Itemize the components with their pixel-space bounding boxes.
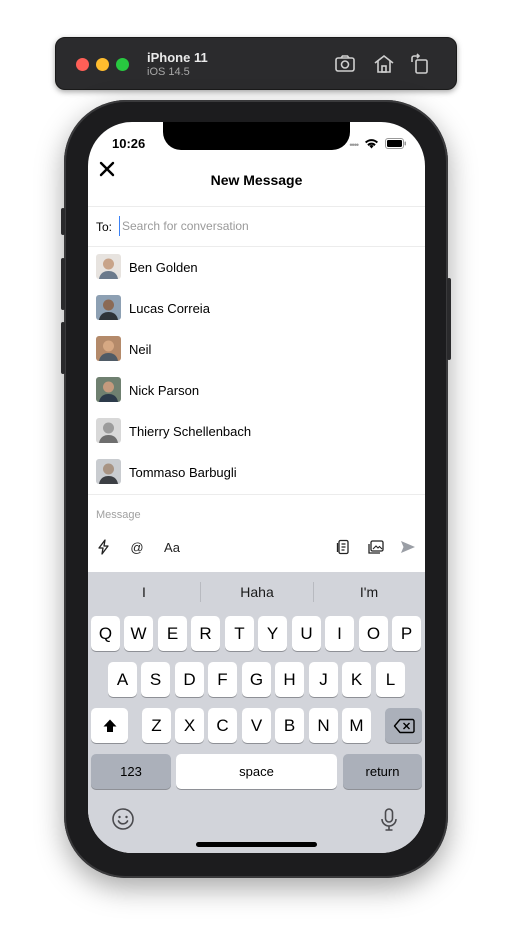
notch: [163, 122, 350, 150]
shift-key[interactable]: [91, 708, 128, 743]
key-q[interactable]: Q: [91, 616, 120, 651]
key-c[interactable]: C: [208, 708, 237, 743]
screenshot-icon[interactable]: [333, 52, 357, 76]
contact-item[interactable]: Ben Golden: [88, 247, 425, 287]
close-window-button[interactable]: [76, 58, 89, 71]
message-composer: @ Aa: [88, 494, 425, 573]
page-title: New Message: [210, 172, 303, 188]
key-v[interactable]: V: [242, 708, 271, 743]
image-icon[interactable]: [367, 537, 385, 557]
key-s[interactable]: S: [141, 662, 170, 697]
home-icon[interactable]: [372, 52, 396, 76]
key-g[interactable]: G: [242, 662, 271, 697]
contact-name: Neil: [129, 342, 152, 357]
avatar: [96, 377, 121, 402]
return-key[interactable]: return: [343, 754, 422, 789]
status-indicators: ••••: [349, 136, 407, 154]
contact-item[interactable]: Nick Parson: [88, 370, 425, 410]
contact-name: Nick Parson: [129, 383, 200, 398]
key-k[interactable]: K: [342, 662, 371, 697]
minimize-window-button[interactable]: [96, 58, 109, 71]
status-time: 10:26: [112, 136, 146, 151]
key-w[interactable]: W: [124, 616, 153, 651]
contact-item[interactable]: Thierry Schellenbach: [88, 411, 425, 451]
os-version: iOS 14.5: [147, 66, 190, 78]
key-i[interactable]: I: [325, 616, 354, 651]
rotate-icon[interactable]: [408, 52, 432, 76]
shift-icon: [103, 719, 116, 732]
volume-down-button: [61, 322, 65, 374]
backspace-key[interactable]: [385, 708, 422, 743]
key-r[interactable]: R: [191, 616, 220, 651]
mute-switch: [61, 208, 65, 235]
contact-item[interactable]: Lucas Correia: [88, 288, 425, 328]
key-x[interactable]: X: [175, 708, 204, 743]
screen-header: New Message: [88, 156, 425, 207]
key-p[interactable]: P: [392, 616, 421, 651]
key-d[interactable]: D: [175, 662, 204, 697]
file-icon[interactable]: [334, 537, 352, 557]
backspace-icon: [393, 718, 415, 733]
message-input[interactable]: [96, 506, 396, 524]
key-e[interactable]: E: [158, 616, 187, 651]
zoom-window-button[interactable]: [116, 58, 129, 71]
contact-item[interactable]: Tommaso Barbugli: [88, 452, 425, 492]
wifi-icon: [364, 136, 379, 154]
avatar: [96, 336, 121, 361]
contact-name: Thierry Schellenbach: [129, 424, 252, 439]
keyboard: I Haha I'm Q W E R T Y U I O P A S D F G…: [88, 572, 425, 853]
contact-item[interactable]: Neil: [88, 329, 425, 369]
key-t[interactable]: T: [225, 616, 254, 651]
key-n[interactable]: N: [309, 708, 338, 743]
cellular-signal-icon: ••••: [349, 140, 359, 150]
battery-icon: [385, 136, 407, 154]
send-icon[interactable]: [399, 537, 417, 557]
key-u[interactable]: U: [292, 616, 321, 651]
contact-name: Tommaso Barbugli: [129, 465, 237, 480]
space-key[interactable]: space: [176, 754, 337, 789]
volume-up-button: [61, 258, 65, 310]
key-f[interactable]: F: [208, 662, 237, 697]
suggestion-3[interactable]: I'm: [313, 584, 425, 600]
emoji-icon[interactable]: [111, 807, 135, 836]
key-z[interactable]: Z: [142, 708, 171, 743]
key-o[interactable]: O: [359, 616, 388, 651]
device-name: iPhone 11: [147, 50, 208, 65]
predictive-bar: I Haha I'm: [88, 572, 425, 612]
mention-icon[interactable]: @: [128, 537, 146, 557]
avatar: [96, 459, 121, 484]
avatar: [96, 418, 121, 443]
recipient-search-input[interactable]: [119, 216, 412, 236]
recipient-row: To:: [88, 207, 425, 247]
key-y[interactable]: Y: [258, 616, 287, 651]
suggestion-2[interactable]: Haha: [201, 584, 313, 600]
contact-name: Ben Golden: [129, 260, 198, 275]
key-h[interactable]: H: [275, 662, 304, 697]
phone-screen: 10:26 •••• New Message To: Ben Golden: [88, 122, 425, 853]
key-l[interactable]: L: [376, 662, 405, 697]
avatar: [96, 295, 121, 320]
recipient-label: To:: [96, 220, 113, 234]
home-indicator: [196, 842, 317, 847]
simulator-title-bar: iPhone 11 iOS 14.5: [55, 37, 457, 90]
power-button: [447, 278, 451, 360]
text-format-icon[interactable]: Aa: [161, 537, 183, 557]
lightning-icon[interactable]: [95, 537, 111, 557]
suggestion-1[interactable]: I: [88, 584, 200, 600]
avatar: [96, 254, 121, 279]
key-m[interactable]: M: [342, 708, 371, 743]
numbers-key[interactable]: 123: [91, 754, 171, 789]
microphone-icon[interactable]: [379, 807, 399, 838]
key-a[interactable]: A: [108, 662, 137, 697]
contact-name: Lucas Correia: [129, 301, 210, 316]
key-b[interactable]: B: [275, 708, 304, 743]
key-j[interactable]: J: [309, 662, 338, 697]
